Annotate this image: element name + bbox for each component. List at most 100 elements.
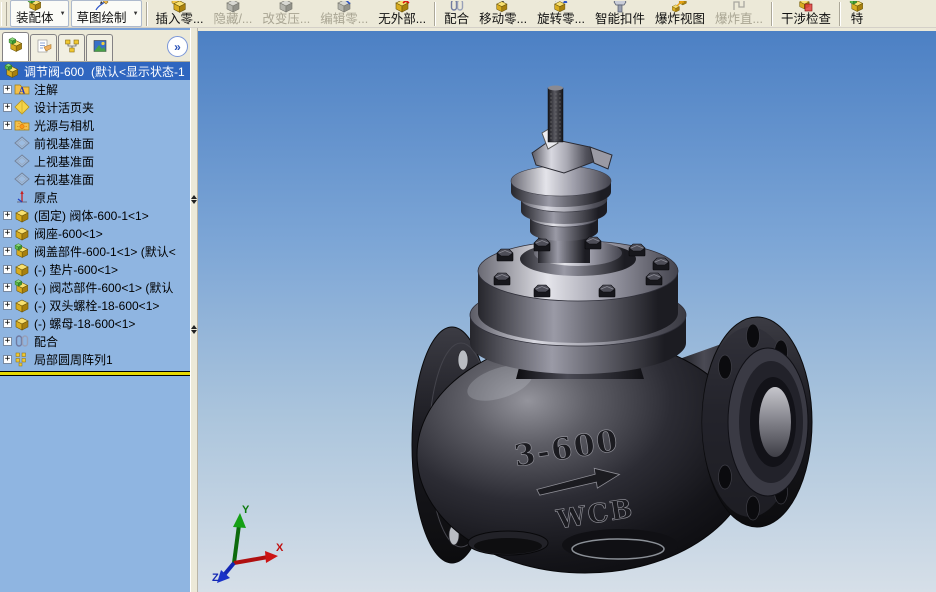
mate-button[interactable]: 配合 xyxy=(439,0,474,27)
edit-component-button: 编辑零... xyxy=(315,0,373,27)
design-binder-icon xyxy=(14,99,31,115)
expand-icon[interactable]: + xyxy=(3,210,12,220)
tree-item-top-plane[interactable]: 上视基准面 xyxy=(0,152,190,170)
rotate-component-button[interactable]: 旋转零... xyxy=(532,0,590,27)
tree-item-origin[interactable]: 原点 xyxy=(0,188,190,206)
tree-item-label: 阀盖部件-600-1<1> (默认< xyxy=(34,244,176,259)
tree-item-config-suffix: (默认<显示状态-1 xyxy=(91,64,185,79)
scroll-down-icon xyxy=(191,200,197,204)
toolbar-separator xyxy=(145,2,148,26)
smart-fasteners-button[interactable]: 智能扣件 xyxy=(590,0,650,27)
tree-item-label: (-) 螺母-18-600<1> xyxy=(34,316,136,331)
triad-x-label: X xyxy=(276,542,284,554)
mates-icon xyxy=(14,333,31,349)
pattern-icon xyxy=(14,351,31,367)
change-suppression-button: 改变压... xyxy=(257,0,315,27)
tree-item-valve-core-assembly[interactable]: + (-) 阀芯部件-600<1> (默认 xyxy=(0,278,190,296)
scroll-down-icon xyxy=(191,330,197,334)
origin-icon xyxy=(14,189,31,205)
expand-icon[interactable]: + xyxy=(3,84,12,94)
expand-icon[interactable]: + xyxy=(3,102,12,112)
tree-item-label: 注解 xyxy=(34,82,59,97)
tree-item-design-binder[interactable]: + 设计活页夹 xyxy=(0,98,190,116)
tab-displaymanager[interactable] xyxy=(86,34,113,61)
tree-item-label: 原点 xyxy=(34,190,59,205)
tree-item-gasket[interactable]: + (-) 垫片-600<1> xyxy=(0,260,190,278)
featuremanager-panel: » 调节阀-600 (默认<显示状态-1 + A 注解 + 设计活页夹 + 光源与相机前视基准面… xyxy=(0,28,190,592)
plane-icon xyxy=(14,135,31,151)
no-external-ref-button[interactable]: 无外部... xyxy=(373,0,431,27)
tree-scroll-up[interactable] xyxy=(191,194,197,208)
part-icon xyxy=(14,297,31,313)
3d-model-control-valve[interactable]: 3-600 WCB xyxy=(198,31,936,592)
tree-item-mates[interactable]: + 配合 xyxy=(0,332,190,350)
tree-scroll-down[interactable] xyxy=(191,324,197,338)
panel-tab-bar xyxy=(0,30,190,62)
graphics-viewport[interactable]: 3-600 WCB Y X Z xyxy=(198,28,936,592)
tree-item-assembly-root[interactable]: 调节阀-600 (默认<显示状态-1 xyxy=(0,62,190,80)
triad-z-label: Z xyxy=(212,572,219,584)
exploded-view-button[interactable]: 爆炸视图 xyxy=(650,0,710,27)
solidworks-window: 装配体 ▼ 草图绘制 ▼ 插入零... 隐藏/... 改变压... 编辑零... 无外部... 配… xyxy=(0,0,936,592)
tree-item-label: 设计活页夹 xyxy=(34,100,95,115)
interference-check-button[interactable]: 干涉检查 xyxy=(776,0,836,27)
annotations-icon: A xyxy=(14,81,31,97)
tree-item-right-plane[interactable]: 右视基准面 xyxy=(0,170,190,188)
tree-item-front-plane[interactable]: 前视基准面 xyxy=(0,134,190,152)
tree-item-label: 右视基准面 xyxy=(34,172,95,187)
tree-item-label: (固定) 阀体-600-1<1> xyxy=(34,208,149,223)
lights-cameras-icon xyxy=(14,117,31,133)
tree-item-valve-body[interactable]: + (固定) 阀体-600-1<1> xyxy=(0,206,190,224)
tab-configurationmanager[interactable] xyxy=(58,34,85,61)
subassembly-icon xyxy=(14,279,31,295)
toolbar-separator xyxy=(434,2,437,26)
expand-icon[interactable]: + xyxy=(3,264,12,274)
tree-item-nut[interactable]: + (-) 螺母-18-600<1> xyxy=(0,314,190,332)
assembly-icon xyxy=(4,63,21,79)
expand-icon[interactable]: + xyxy=(3,300,12,310)
triad-y-label: Y xyxy=(242,504,250,516)
tree-item-lights-cameras[interactable]: + 光源与相机 xyxy=(0,116,190,134)
sketch-button[interactable]: 草图绘制 ▼ xyxy=(70,0,142,27)
tab-features-icon xyxy=(8,36,24,58)
tree-item-circular-pattern[interactable]: + 局部圆周阵列1 xyxy=(0,350,190,368)
tree-item-valve-seat[interactable]: + 阀座-600<1> xyxy=(0,224,190,242)
plane-icon xyxy=(14,171,31,187)
toolbar-grip[interactable] xyxy=(1,2,7,26)
tree-item-label: 阀座-600<1> xyxy=(34,226,103,241)
insert-component-button[interactable]: 插入零... xyxy=(151,0,209,27)
move-component-button[interactable]: 移动零... xyxy=(474,0,532,27)
subassembly-icon xyxy=(14,243,31,259)
tab-properties-icon xyxy=(36,38,52,59)
tree-item-label: 局部圆周阵列1 xyxy=(34,352,113,367)
expand-icon[interactable]: + xyxy=(3,318,12,328)
expand-icon[interactable]: + xyxy=(3,246,12,256)
rollback-bar[interactable] xyxy=(0,371,190,376)
orientation-triad: Y X Z xyxy=(212,504,284,584)
svg-text:A: A xyxy=(19,86,26,96)
expand-icon[interactable]: + xyxy=(3,228,12,238)
dropdown-arrow-icon[interactable]: ▼ xyxy=(133,11,139,17)
tree-item-stud-bolt[interactable]: + (-) 双头螺栓-18-600<1> xyxy=(0,296,190,314)
assembly-button[interactable]: 装配体 ▼ xyxy=(10,0,69,27)
tree-item-label: (-) 双头螺栓-18-600<1> xyxy=(34,298,160,313)
panel-expand-button[interactable]: » xyxy=(167,36,188,57)
tab-featuremanager[interactable] xyxy=(2,32,29,61)
expand-icon[interactable]: + xyxy=(3,336,12,346)
tab-configurations-icon xyxy=(64,38,80,59)
tree-item-label: 调节阀-600 xyxy=(24,64,85,79)
tree-item-label: 前视基准面 xyxy=(34,136,95,151)
part-icon xyxy=(14,225,31,241)
tree-item-annotations[interactable]: + A 注解 xyxy=(0,80,190,98)
features-button[interactable]: 特 xyxy=(844,0,870,27)
tree-item-label: (-) 阀芯部件-600<1> (默认 xyxy=(34,280,174,295)
dropdown-arrow-icon[interactable]: ▼ xyxy=(60,11,66,17)
tab-propertymanager[interactable] xyxy=(30,34,57,61)
expand-icon[interactable]: + xyxy=(3,282,12,292)
expand-icon[interactable]: + xyxy=(3,354,12,364)
panel-splitter[interactable] xyxy=(190,28,198,592)
expand-icon[interactable]: + xyxy=(3,120,12,130)
toolbar: 装配体 ▼ 草图绘制 ▼ 插入零... 隐藏/... 改变压... 编辑零... 无外部... 配… xyxy=(0,0,936,28)
part-icon xyxy=(14,261,31,277)
tree-item-bonnet-assembly[interactable]: + 阀盖部件-600-1<1> (默认< xyxy=(0,242,190,260)
